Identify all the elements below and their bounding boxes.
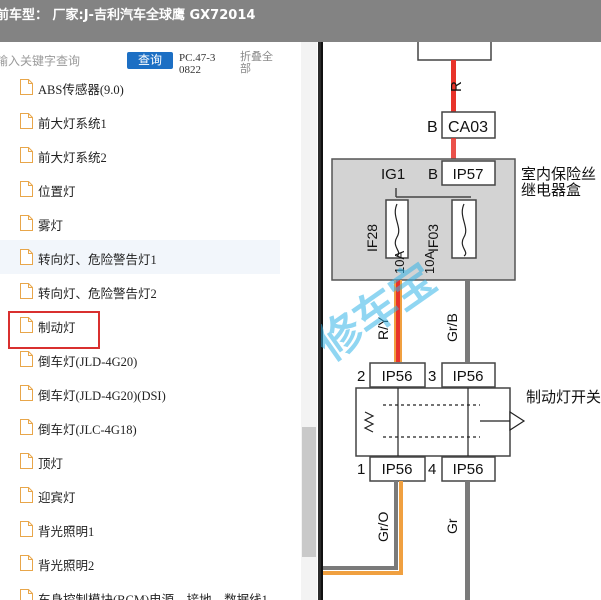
connector-pin-b: B	[427, 119, 438, 136]
switch-pin-1: 1	[357, 461, 365, 478]
connector-ip56-label: IP56	[382, 461, 413, 478]
title-bar: 前车型： 厂家:J-吉利汽车全球鹰 GX72014	[0, 0, 601, 42]
tree-item[interactable]: 顶灯	[0, 444, 280, 478]
wire-gray-gro	[394, 481, 398, 561]
tree-item-label: 车身控制模块(BCM)电源、接地、数据线1	[38, 593, 268, 600]
query-button[interactable]: 查询	[127, 52, 173, 69]
fuse-box-title-line1: 室内保险丝	[521, 166, 596, 183]
wire-gray-grb	[465, 280, 470, 362]
tree-item-label: 背光照明2	[38, 559, 95, 573]
tree-item[interactable]: ABS传感器(9.0)	[0, 70, 280, 104]
document-icon	[20, 283, 33, 299]
fuse-if03-label: IF03	[425, 224, 441, 252]
switch-pin-2: 2	[357, 368, 365, 385]
document-icon	[20, 351, 33, 367]
wire-label-grb: Gr/B	[444, 313, 460, 342]
tree-item[interactable]: 倒车灯(JLC-4G18)	[0, 410, 280, 444]
tree-item[interactable]: 前大灯系统1	[0, 104, 280, 138]
connector-ip56-label: IP56	[382, 368, 413, 385]
document-icon	[20, 113, 33, 129]
tree-item[interactable]: 背光照明1	[0, 512, 280, 546]
tree-item-label: 前大灯系统1	[38, 117, 107, 131]
tree-item-label: 倒车灯(JLC-4G18)	[38, 423, 137, 437]
selection-highlight-box	[8, 311, 100, 349]
brake-switch-label: 制动灯开关	[526, 389, 601, 406]
switch-arrow	[509, 410, 526, 432]
document-icon	[20, 453, 33, 469]
document-icon	[20, 419, 33, 435]
document-icon	[20, 215, 33, 231]
tree-item[interactable]: 雾灯	[0, 206, 280, 240]
wire-label-gr: Gr	[444, 518, 460, 534]
wire-label-r: R	[448, 81, 465, 92]
tree-item[interactable]: 车身控制模块(BCM)电源、接地、数据线1	[0, 580, 280, 600]
wire-label-gro: Gr/O	[375, 512, 391, 542]
tree-item[interactable]: 位置灯	[0, 172, 280, 206]
wiring-diagram-panel: R B CA03 IG1 B IP57 室内保险丝 继电器盒 IF28 10A …	[321, 42, 601, 600]
document-icon	[20, 555, 33, 571]
tree-item[interactable]: 迎宾灯	[0, 478, 280, 512]
wire-red-link	[451, 138, 456, 160]
tree-item-label: 前大灯系统2	[38, 151, 107, 165]
tree-item[interactable]: 倒车灯(JLD-4G20)(DSI)	[0, 376, 280, 410]
top-connector	[417, 42, 492, 61]
document-icon	[20, 521, 33, 537]
tree-item-label: 倒车灯(JLD-4G20)(DSI)	[38, 389, 166, 403]
brake-light-switch	[355, 387, 511, 457]
tree-item[interactable]: 前大灯系统2	[0, 138, 280, 172]
tree-item[interactable]: 转向灯、危险警告灯1	[0, 240, 280, 274]
switch-pin-3: 3	[428, 368, 436, 385]
tree-item-label: 顶灯	[38, 457, 64, 471]
scrollbar-thumb[interactable]	[302, 427, 316, 557]
tree-item-label: 迎宾灯	[38, 491, 76, 505]
tree-item-label: 转向灯、危险警告灯1	[38, 253, 157, 267]
tree-item-label: 背光照明1	[38, 525, 95, 539]
tree-item[interactable]: 转向灯、危险警告灯2	[0, 274, 280, 308]
tree-item-label: 雾灯	[38, 219, 64, 233]
connector-ip56-label: IP56	[453, 368, 484, 385]
tree-item-label: 倒车灯(JLD-4G20)	[38, 355, 138, 369]
tree-item[interactable]: 背光照明2	[0, 546, 280, 580]
fuse-if28-label: IF28	[364, 224, 380, 252]
fuse-box-title-line2: 继电器盒	[521, 182, 581, 199]
tree-item-label: 转向灯、危险警告灯2	[38, 287, 157, 301]
switch-pin-4: 4	[428, 461, 436, 478]
document-icon	[20, 487, 33, 503]
document-icon	[20, 79, 33, 95]
connector-ca03-label: CA03	[448, 119, 488, 136]
document-icon	[20, 147, 33, 163]
document-icon	[20, 249, 33, 265]
connector-ip57-label: IP57	[453, 166, 484, 183]
tree-item-label: 位置灯	[38, 185, 76, 199]
search-input[interactable]	[0, 52, 118, 70]
document-icon	[20, 385, 33, 401]
window-title: 前车型： 厂家:J-吉利汽车全球鹰 GX72014	[0, 8, 256, 23]
wiring-diagram: R B CA03 IG1 B IP57 室内保险丝 继电器盒 IF28 10A …	[321, 42, 601, 600]
document-icon	[20, 181, 33, 197]
document-icon	[20, 589, 33, 600]
connector-ip56-label: IP56	[453, 461, 484, 478]
wire-gray-gro-bend	[321, 561, 398, 570]
tree-item-label: ABS传感器(9.0)	[38, 83, 124, 97]
left-panel: 查询 PC.47-30822 折叠全部 ABS传感器(9.0) 前大灯系统1 前…	[0, 42, 318, 600]
wire-gray-gr	[465, 481, 470, 600]
fuse-ig1-label: IG1	[381, 166, 405, 183]
fuse-box-pin-b: B	[428, 166, 438, 183]
